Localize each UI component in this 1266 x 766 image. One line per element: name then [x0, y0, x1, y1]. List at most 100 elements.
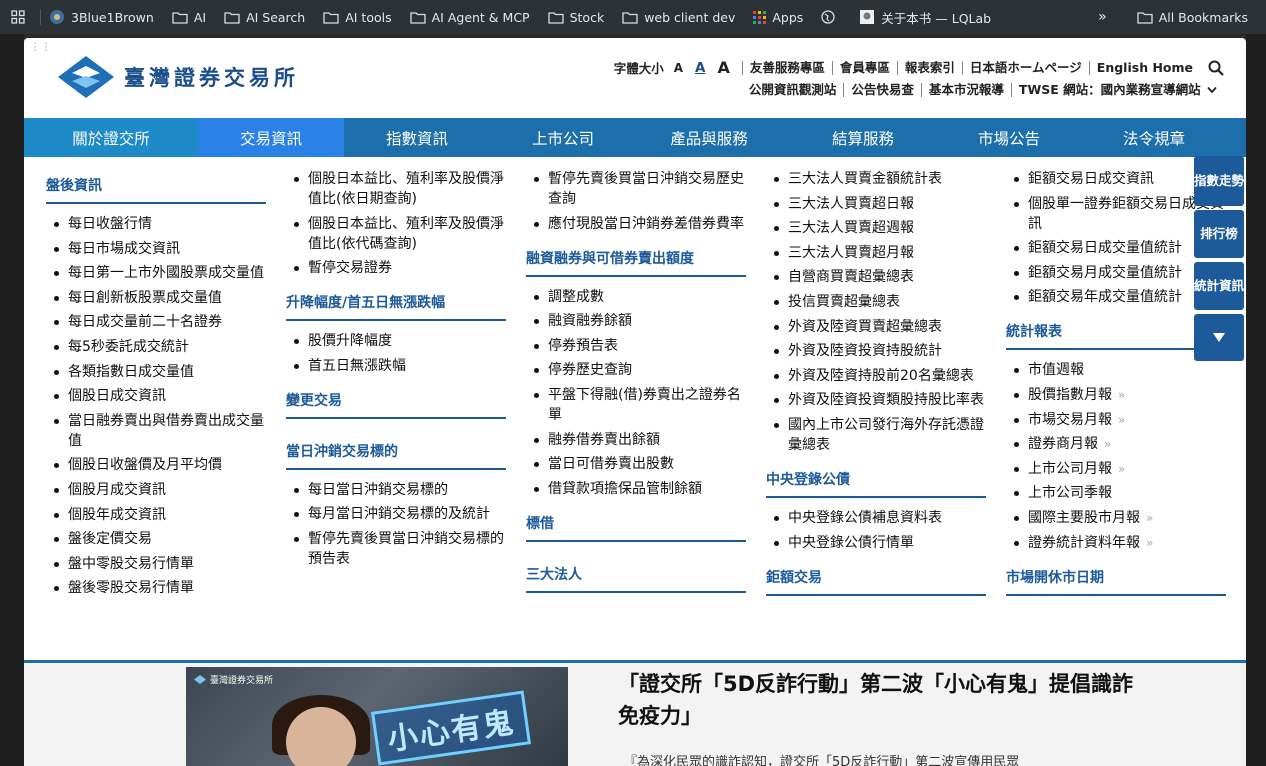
nav-listed-companies[interactable]: 上市公司	[490, 118, 636, 157]
menu-link[interactable]: 個股日成交資訊	[46, 386, 266, 406]
bookmark-apps[interactable]: Apps	[753, 10, 803, 25]
nav-about[interactable]: 關於證交所	[24, 118, 198, 157]
menu-link[interactable]: 投信買賣超彙總表	[766, 292, 986, 312]
menu-link[interactable]: 每日第一上市外國股票成交量值	[46, 263, 266, 283]
all-bookmarks-button[interactable]: All Bookmarks	[1159, 10, 1248, 25]
menu-link[interactable]: 每日當日沖銷交易標的	[286, 480, 506, 500]
section-title[interactable]: 融資融券與可借券賣出額度	[526, 248, 746, 277]
menu-link[interactable]: 市值週報	[1006, 360, 1226, 380]
menu-link[interactable]: 鉅額交易日成交資訊	[1006, 169, 1226, 189]
menu-link[interactable]: 國際主要股市月報 »	[1006, 508, 1226, 528]
menu-link[interactable]: 外資及陸資持股前20名彙總表	[766, 366, 986, 386]
menu-link[interactable]: 調整成數	[526, 287, 746, 307]
section-title[interactable]: 變更交易	[286, 390, 506, 419]
menu-link[interactable]: 借貸款項擔保品管制餘額	[526, 479, 746, 499]
link-english-home[interactable]: English Home	[1088, 60, 1200, 75]
menu-link[interactable]: 每日收盤行情	[46, 214, 266, 234]
menu-link[interactable]: 鉅額交易年成交量值統計	[1006, 287, 1226, 307]
menu-link[interactable]: 暫停先賣後買當日沖銷交易歷史查詢	[526, 169, 746, 209]
font-size-small-button[interactable]: A	[674, 61, 683, 75]
news-title[interactable]: 「證交所「5D反詐行動」第二波「小心有鬼」提倡識詐免疫力」	[618, 668, 1138, 732]
menu-link[interactable]: 融資融券餘額	[526, 311, 746, 331]
nav-regulations[interactable]: 法令規章	[1074, 118, 1234, 157]
section-title[interactable]: 盤後資訊	[46, 175, 266, 204]
section-title[interactable]: 升降幅度/首五日無漲跌幅	[286, 292, 506, 322]
menu-link[interactable]: 應付現股當日沖銷券差借券費率	[526, 214, 746, 234]
float-ranking[interactable]: 排行榜	[1194, 210, 1244, 258]
link-announcements[interactable]: 公告快易查	[843, 83, 921, 97]
menu-link[interactable]: 個股日本益比、殖利率及股價淨值比(依代碼查詢)	[286, 214, 506, 254]
menu-link[interactable]: 外資及陸資買賣超彙總表	[766, 317, 986, 337]
float-statistics[interactable]: 統計資訊	[1194, 262, 1244, 310]
section-title[interactable]: 當日沖銷交易標的	[286, 441, 506, 470]
menu-link[interactable]: 個股單一證券鉅額交易日成交資訊	[1006, 194, 1226, 234]
menu-link[interactable]: 暫停交易證券	[286, 258, 506, 278]
menu-link[interactable]: 三大法人買賣超日報	[766, 194, 986, 214]
bookmark-ai-tools[interactable]: AI tools	[323, 10, 392, 25]
menu-link[interactable]: 每月當日沖銷交易標的及統計	[286, 504, 506, 524]
bookmark-3blue1brown[interactable]: 3Blue1Brown	[49, 9, 154, 25]
nav-trading-info[interactable]: 交易資訊	[198, 118, 344, 157]
menu-link[interactable]: 外資及陸資投資類股持股比率表	[766, 390, 986, 410]
menu-link[interactable]: 三大法人買賣金額統計表	[766, 169, 986, 189]
menu-link[interactable]: 三大法人買賣超月報	[766, 243, 986, 263]
menu-link[interactable]: 當日可借券賣出股數	[526, 454, 746, 474]
menu-link[interactable]: 暫停先賣後買當日沖銷交易標的預告表	[286, 529, 506, 569]
nav-products-services[interactable]: 產品與服務	[636, 118, 782, 157]
bookmark-ai[interactable]: AI	[172, 10, 206, 25]
search-icon[interactable]	[1208, 60, 1224, 76]
menu-link[interactable]: 每日成交量前二十名證券	[46, 312, 266, 332]
menu-link[interactable]: 平盤下得融(借)券賣出之證券名單	[526, 385, 746, 425]
site-logo[interactable]: 臺灣證券交易所	[58, 56, 299, 98]
menu-link[interactable]: 當日融券賣出與借券賣出成交量值	[46, 411, 266, 451]
menu-link[interactable]: 自營商買賣超彙總表	[766, 267, 986, 287]
section-title[interactable]: 標借	[526, 513, 746, 542]
menu-link[interactable]: 盤後定價交易	[46, 529, 266, 549]
news-image[interactable]: 臺灣證券交易所 小心有鬼	[186, 667, 568, 766]
section-title[interactable]: 三大法人	[526, 564, 746, 593]
bookmark-stock[interactable]: Stock	[547, 10, 604, 25]
menu-link[interactable]: 股價指數月報 »	[1006, 385, 1226, 405]
menu-link[interactable]: 國內上市公司發行海外存託憑證彙總表	[766, 415, 986, 455]
menu-link[interactable]: 首五日無漲跌幅	[286, 356, 506, 376]
menu-link[interactable]: 上市公司月報 »	[1006, 459, 1226, 479]
menu-link[interactable]: 個股日本益比、殖利率及股價淨值比(依日期查詢)	[286, 169, 506, 209]
menu-link[interactable]: 各類指數日成交量值	[46, 362, 266, 382]
link-member-area[interactable]: 會員專區	[831, 60, 897, 75]
menu-link[interactable]: 鉅額交易月成交量值統計	[1006, 263, 1226, 283]
menu-link[interactable]: 停券預告表	[526, 336, 746, 356]
menu-link[interactable]: 盤後零股交易行情單	[46, 578, 266, 598]
link-friendly-service[interactable]: 友善服務專區	[741, 60, 832, 75]
font-size-medium-button[interactable]: A	[695, 60, 705, 76]
menu-link[interactable]: 融券借券賣出餘額	[526, 430, 746, 450]
menu-link[interactable]: 證券商月報 »	[1006, 434, 1226, 454]
menu-link[interactable]: 外資及陸資投資持股統計	[766, 341, 986, 361]
font-size-large-button[interactable]: A	[717, 58, 729, 77]
bookmark-ai-search[interactable]: AI Search	[224, 10, 305, 25]
menu-link[interactable]: 中央登錄公債行情單	[766, 533, 986, 553]
more-bookmarks-button[interactable]: »	[1098, 9, 1107, 25]
bookmark-lqlab[interactable]: 关于本书 — LQLab	[859, 8, 991, 27]
bookmark-globe[interactable]	[821, 10, 841, 24]
bookmark-ai-agent-mcp[interactable]: AI Agent & MCP	[409, 10, 530, 25]
nav-clearing[interactable]: 結算服務	[782, 118, 944, 157]
menu-link[interactable]: 市場交易月報 »	[1006, 410, 1226, 430]
link-twse-sites-dropdown[interactable]: TWSE 網站：國內業務宣導網站	[1010, 83, 1224, 97]
menu-link[interactable]: 上市公司季報	[1006, 483, 1226, 503]
menu-link[interactable]: 三大法人買賣超週報	[766, 218, 986, 238]
menu-link[interactable]: 停券歷史查詢	[526, 360, 746, 380]
menu-link[interactable]: 盤中零股交易行情單	[46, 554, 266, 574]
menu-link[interactable]: 股價升降幅度	[286, 331, 506, 351]
menu-link[interactable]: 個股月成交資訊	[46, 480, 266, 500]
section-title[interactable]: 中央登錄公債	[766, 469, 986, 498]
section-title[interactable]: 統計報表	[1006, 321, 1226, 351]
link-japanese-home[interactable]: 日本語ホームページ	[961, 60, 1089, 75]
menu-link[interactable]: 個股年成交資訊	[46, 505, 266, 525]
menu-link[interactable]: 每日創新板股票成交量值	[46, 288, 266, 308]
bookmark-web-client-dev[interactable]: web client dev	[622, 10, 735, 25]
menu-link[interactable]: 證券統計資料年報 »	[1006, 533, 1226, 553]
nav-market-announcements[interactable]: 市場公告	[944, 118, 1074, 157]
apps-grid-icon[interactable]	[0, 10, 36, 24]
menu-link[interactable]: 個股日收盤價及月平均價	[46, 455, 266, 475]
section-title[interactable]: 市場開休市日期	[1006, 567, 1226, 596]
